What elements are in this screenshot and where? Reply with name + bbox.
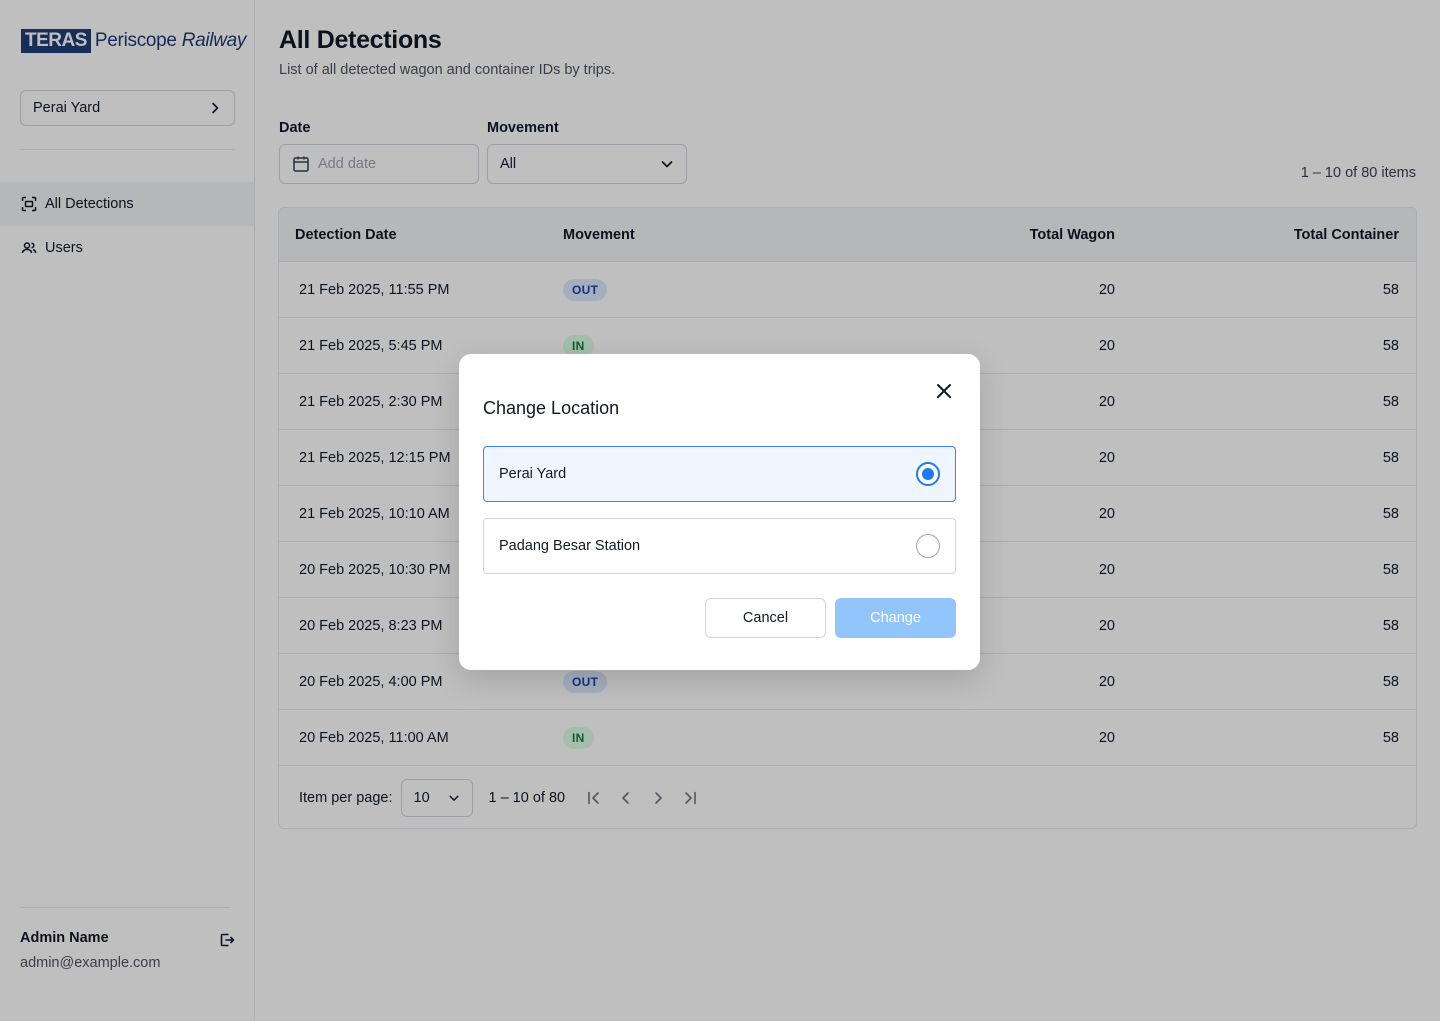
location-option-label: Perai Yard (499, 466, 567, 482)
cancel-button[interactable]: Cancel (705, 598, 826, 638)
close-button[interactable] (933, 380, 955, 402)
location-option-padang-besar-station[interactable]: Padang Besar Station (483, 518, 956, 574)
change-location-modal: Change Location Perai Yard Padang Besar … (459, 354, 980, 670)
radio-selected[interactable] (916, 462, 940, 486)
change-button[interactable]: Change (835, 598, 956, 638)
modal-title: Change Location (483, 398, 620, 418)
radio-unselected[interactable] (916, 534, 940, 558)
location-option-perai-yard[interactable]: Perai Yard (483, 446, 956, 502)
close-icon (937, 384, 951, 398)
location-option-label: Padang Besar Station (499, 538, 641, 554)
